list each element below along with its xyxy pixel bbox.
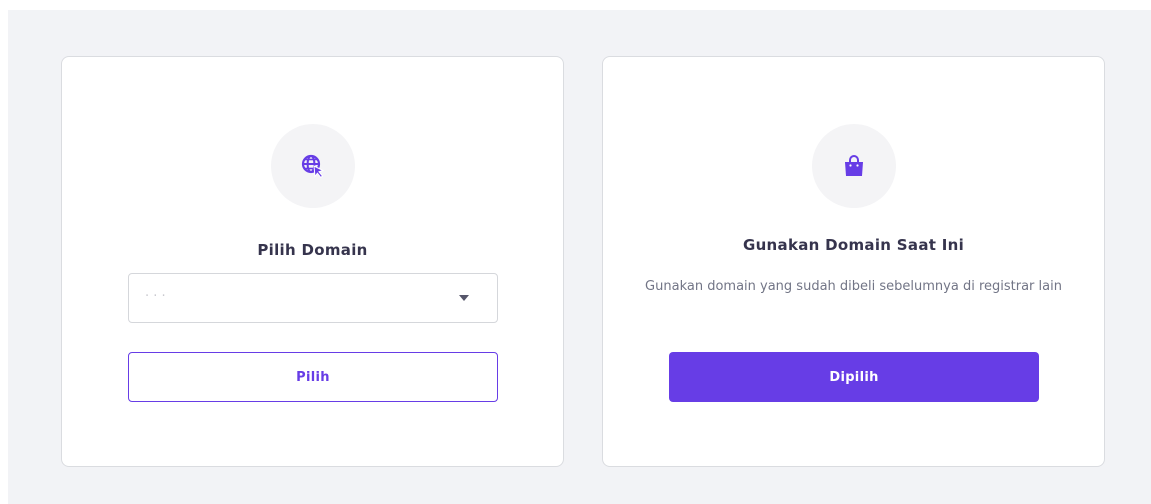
globe-cursor-icon — [301, 154, 324, 179]
icon-circle — [270, 124, 355, 208]
card-title: Pilih Domain — [257, 241, 368, 259]
use-existing-domain-card: Gunakan Domain Saat Ini Gunakan domain y… — [602, 56, 1105, 467]
domain-select[interactable]: · · · — [128, 273, 498, 323]
chevron-down-icon — [459, 295, 469, 301]
icon-circle — [811, 124, 896, 208]
page-background: Pilih Domain · · · Pilih Gunakan Domain … — [8, 10, 1151, 504]
domain-select-value: · · · — [145, 289, 166, 304]
selected-button[interactable]: Dipilih — [669, 352, 1039, 402]
choose-button[interactable]: Pilih — [128, 352, 498, 402]
card-title: Gunakan Domain Saat Ini — [742, 236, 965, 254]
card-description: Gunakan domain yang sudah dibeli sebelum… — [645, 279, 1062, 294]
shopping-bag-icon — [844, 155, 863, 176]
choose-domain-card: Pilih Domain · · · Pilih — [61, 56, 564, 467]
